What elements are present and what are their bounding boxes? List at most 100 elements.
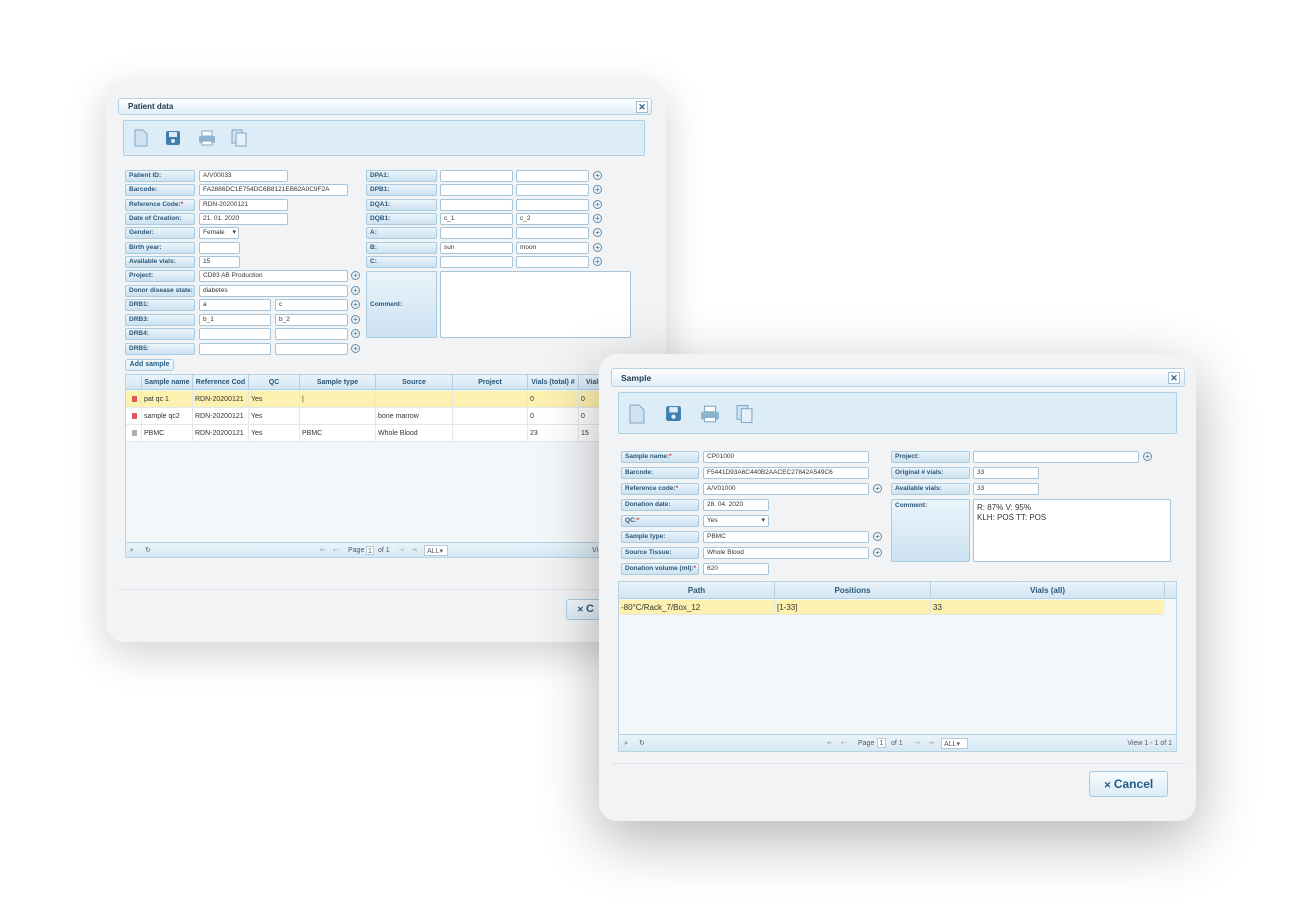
original-vials-input[interactable]: 33: [973, 467, 1039, 479]
col-header-reference-code[interactable]: Reference Cod: [193, 375, 249, 390]
sample-name-input[interactable]: CP01000: [703, 451, 869, 463]
new-document-icon[interactable]: [134, 129, 148, 147]
add-dqb1-icon[interactable]: +: [593, 214, 602, 223]
col-header-sample-name[interactable]: Sample name: [142, 375, 193, 390]
drb4-input-1[interactable]: [199, 328, 271, 340]
birth-year-input[interactable]: [199, 242, 240, 254]
col-header-sample-type[interactable]: Sample type: [300, 375, 376, 390]
add-disease-state-icon[interactable]: +: [351, 286, 360, 295]
qc-select[interactable]: Yes ▾: [703, 515, 769, 527]
table-row[interactable]: -80°C/Rack_7/Box_12 [1-33] 33: [619, 600, 1165, 615]
rows-per-page-select[interactable]: ALL▾: [941, 738, 968, 749]
prev-page-icon[interactable]: ⇠: [841, 735, 847, 751]
col-header-source[interactable]: Source: [376, 375, 453, 390]
col-header-path[interactable]: Path: [619, 582, 775, 599]
add-reference-code-icon[interactable]: +: [873, 484, 882, 493]
barcode-input[interactable]: FA2886DC1E754DC6B8121EB62A0C9F2A: [199, 184, 348, 196]
patient-id-input[interactable]: A/V00033: [199, 170, 288, 182]
dqa1-input-2[interactable]: [516, 199, 589, 211]
search-icon[interactable]: ⌕: [130, 543, 134, 557]
new-document-icon[interactable]: [629, 404, 645, 424]
sample-type-cell[interactable]: |: [300, 391, 376, 408]
drb3-input-1[interactable]: b_1: [199, 314, 271, 326]
add-project-icon[interactable]: +: [351, 271, 360, 280]
source-tissue-input[interactable]: Whole Blood: [703, 547, 869, 559]
last-page-icon[interactable]: ⇥: [411, 543, 417, 557]
close-icon[interactable]: ✕: [1168, 372, 1180, 384]
add-sample-type-icon[interactable]: +: [873, 532, 882, 541]
donation-date-input[interactable]: 28. 04. 2020: [703, 499, 769, 511]
add-a-icon[interactable]: +: [593, 228, 602, 237]
col-header-vials-total[interactable]: Vials (total) #: [528, 375, 579, 390]
date-of-creation-input[interactable]: 21. 01. 2020: [199, 213, 288, 225]
drb1-input-2[interactable]: c: [275, 299, 348, 311]
refresh-icon[interactable]: ↻: [145, 543, 151, 557]
dpb1-input-1[interactable]: [440, 184, 513, 196]
add-source-tissue-icon[interactable]: +: [873, 548, 882, 557]
close-icon[interactable]: ✕: [636, 101, 648, 113]
col-header-vials[interactable]: Vials: [579, 375, 601, 390]
add-drb3-icon[interactable]: +: [351, 315, 360, 324]
add-project-icon[interactable]: +: [1143, 452, 1152, 461]
add-dpb1-icon[interactable]: +: [593, 185, 602, 194]
add-drb1-icon[interactable]: +: [351, 300, 360, 309]
copy-icon[interactable]: [736, 404, 753, 424]
first-page-icon[interactable]: ⇤: [320, 543, 326, 557]
drb5-input-1[interactable]: [199, 343, 271, 355]
dqa1-input-1[interactable]: [440, 199, 513, 211]
search-icon[interactable]: ⌕: [624, 735, 628, 751]
refresh-icon[interactable]: ↻: [639, 735, 645, 751]
b-input-1[interactable]: sun: [440, 242, 513, 254]
b-input-2[interactable]: moon: [516, 242, 589, 254]
project-input[interactable]: [973, 451, 1139, 463]
copy-icon[interactable]: [231, 129, 247, 147]
print-icon[interactable]: [198, 130, 216, 146]
col-header-qc[interactable]: QC: [249, 375, 300, 390]
c-input-2[interactable]: [516, 256, 589, 268]
donor-disease-state-input[interactable]: diabetes: [199, 285, 348, 297]
dpb1-input-2[interactable]: [516, 184, 589, 196]
c-input-1[interactable]: [440, 256, 513, 268]
barcode-input[interactable]: F5441D93A6C440B2AACEC27842A549C6: [703, 467, 869, 479]
project-input[interactable]: CD83 AB Production: [199, 270, 348, 282]
table-row[interactable]: pat qc 1 RDN-20200121 Yes | 0 0: [126, 391, 601, 408]
col-header-positions[interactable]: Positions: [775, 582, 931, 599]
a-input-1[interactable]: [440, 227, 513, 239]
next-page-icon[interactable]: ⇢: [398, 543, 404, 557]
next-page-icon[interactable]: ⇢: [914, 735, 920, 751]
prev-page-icon[interactable]: ⇠: [333, 543, 339, 557]
gender-select[interactable]: Female ▾: [199, 227, 239, 239]
dpa1-input-2[interactable]: [516, 170, 589, 182]
col-header-lock[interactable]: [126, 375, 142, 390]
sample-cancel-button[interactable]: ✕ Cancel: [1089, 771, 1168, 797]
sample-type-input[interactable]: PBMC: [703, 531, 869, 543]
table-row[interactable]: PBMC RDN-20200121 Yes PBMC Whole Blood 2…: [126, 425, 601, 442]
save-icon[interactable]: [165, 130, 181, 146]
comment-textarea[interactable]: [440, 271, 631, 338]
rows-per-page-select[interactable]: ALL▾: [424, 545, 448, 556]
add-c-icon[interactable]: +: [593, 257, 602, 266]
add-drb5-icon[interactable]: +: [351, 344, 360, 353]
add-sample-button[interactable]: Add sample: [125, 359, 174, 371]
dqb1-input-1[interactable]: c_1: [440, 213, 513, 225]
add-dpa1-icon[interactable]: +: [593, 171, 602, 180]
a-input-2[interactable]: [516, 227, 589, 239]
add-b-icon[interactable]: +: [593, 243, 602, 252]
col-header-project[interactable]: Project: [453, 375, 528, 390]
col-header-vials-all[interactable]: Vials (all): [931, 582, 1165, 599]
last-page-icon[interactable]: ⇥: [928, 735, 934, 751]
available-vials-input[interactable]: 33: [973, 483, 1039, 495]
dpa1-input-1[interactable]: [440, 170, 513, 182]
print-icon[interactable]: [700, 405, 720, 423]
table-row[interactable]: sample qc2 RDN-20200121 Yes bone marrow …: [126, 408, 601, 425]
available-vials-input[interactable]: 15: [199, 256, 240, 268]
add-drb4-icon[interactable]: +: [351, 329, 360, 338]
page-input[interactable]: 1: [877, 738, 886, 748]
drb3-input-2[interactable]: b_2: [275, 314, 348, 326]
drb4-input-2[interactable]: [275, 328, 348, 340]
donation-volume-input[interactable]: 620: [703, 563, 769, 575]
dqb1-input-2[interactable]: c_2: [516, 213, 589, 225]
drb5-input-2[interactable]: [275, 343, 348, 355]
reference-code-input[interactable]: A/V01000: [703, 483, 869, 495]
page-input[interactable]: 1: [366, 546, 374, 555]
